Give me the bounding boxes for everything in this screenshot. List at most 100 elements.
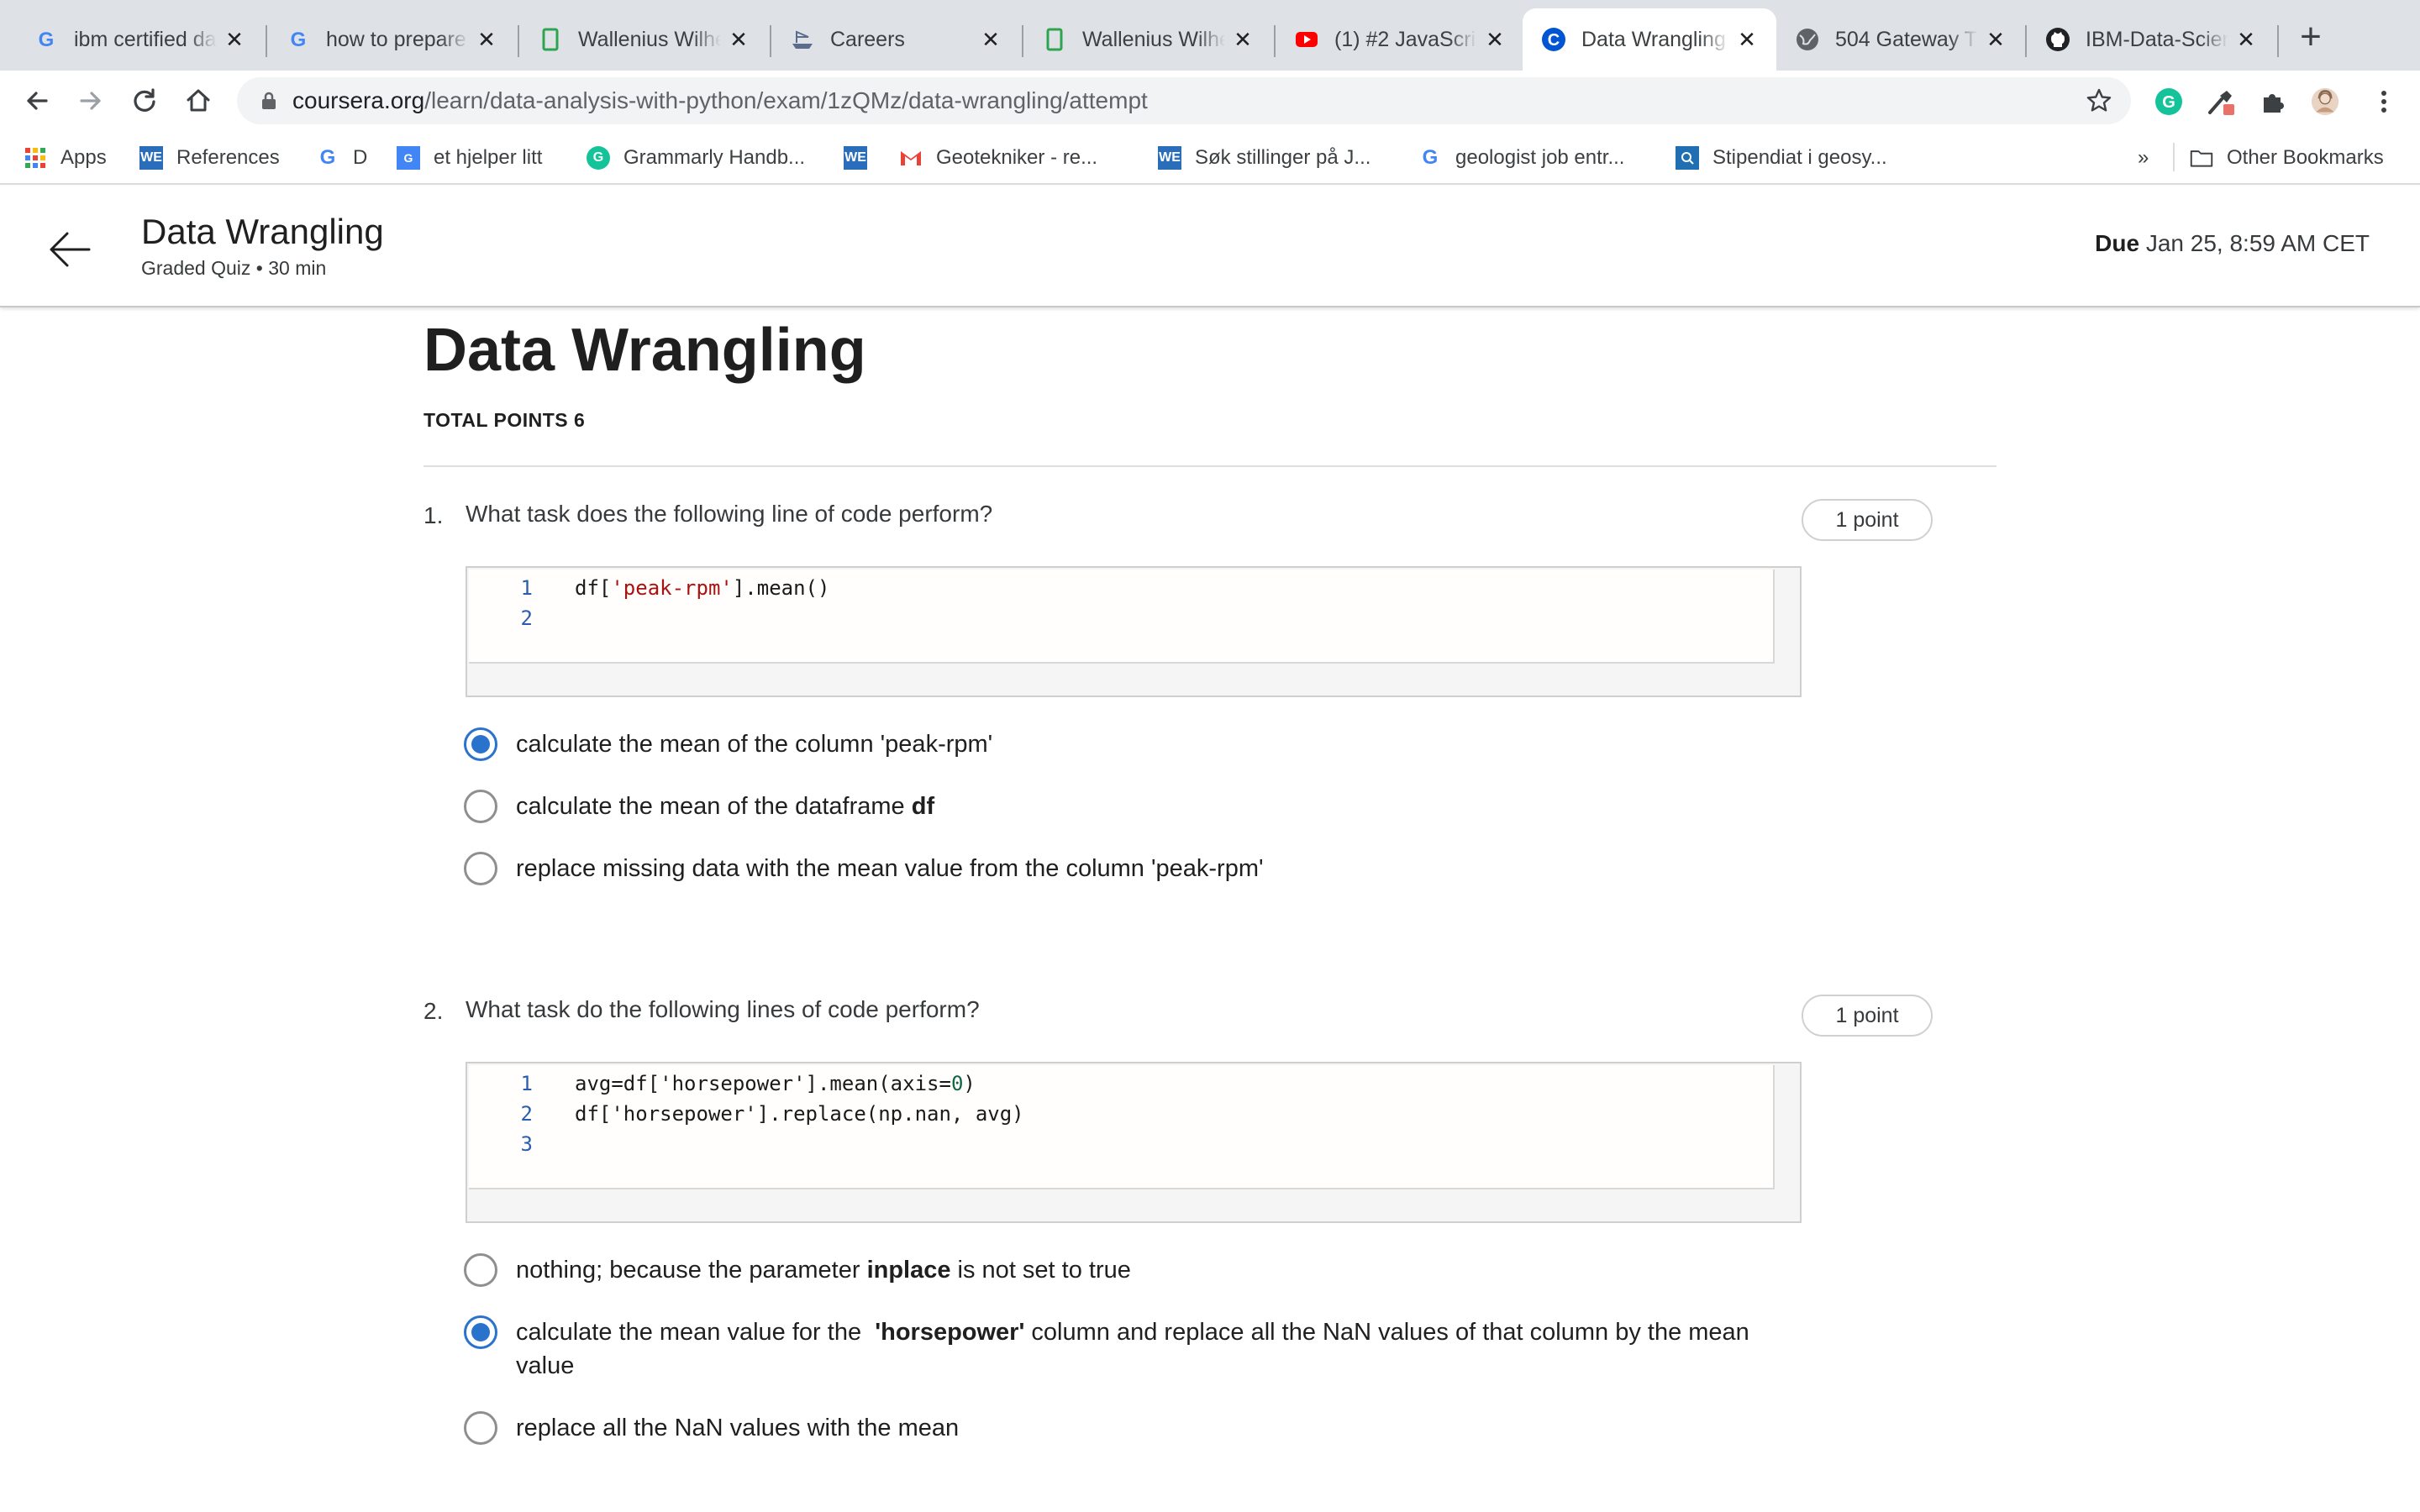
browser-tab[interactable]: Wallenius Wilhelm ✕	[1023, 8, 1272, 71]
question-number: 1.	[424, 502, 444, 528]
browser-toolbar: coursera.org/learn/data-analysis-with-py…	[0, 71, 2420, 131]
radio-button[interactable]	[464, 1411, 497, 1445]
lock-icon	[259, 91, 279, 111]
close-icon[interactable]: ✕	[978, 27, 1003, 52]
back-icon[interactable]	[20, 84, 54, 118]
bookmark-geotekniker[interactable]: Geotekniker - re...	[899, 143, 1097, 173]
due-label: Due	[2095, 230, 2140, 256]
tab-label: Wallenius Wilhelm	[1082, 27, 1225, 51]
reload-icon[interactable]	[128, 84, 161, 118]
close-icon[interactable]: ✕	[726, 27, 751, 52]
radio-button[interactable]	[464, 790, 497, 823]
bookmark-label: Other Bookmarks	[2227, 146, 2384, 169]
code-editor[interactable]: 1 df['peak-rpm'].mean() 2	[469, 570, 1775, 664]
option-text-part: calculate the mean of the column 'peak-r…	[516, 731, 993, 758]
code-line: 1 df['peak-rpm'].mean()	[469, 573, 1773, 603]
bookmark-d[interactable]: G D	[316, 143, 368, 173]
browser-tab[interactable]: Wallenius Wilhelm ✕	[519, 8, 768, 71]
browser-tab[interactable]: (1) #2 JavaScript ✕	[1276, 8, 1524, 71]
new-tab-icon[interactable]: +	[2294, 16, 2328, 57]
bookmark-stipendiat[interactable]: Stipendiat i geosy...	[1676, 143, 1887, 173]
bookmark-label: Geotekniker - re...	[936, 146, 1098, 169]
bookmark-we[interactable]: WE	[844, 143, 881, 173]
points-badge: 1 point	[1802, 499, 1933, 541]
tab-label: (1) #2 JavaScript	[1334, 27, 1477, 51]
google-icon: G	[286, 27, 311, 52]
header-subtitle: Graded Quiz • 30 min	[141, 257, 327, 279]
home-icon[interactable]	[182, 84, 215, 118]
tab-strip: G ibm certified data ✕ G how to prepare …	[0, 0, 2420, 71]
browser-tab[interactable]: G how to prepare fo ✕	[267, 8, 516, 71]
answer-option[interactable]: calculate the mean of the column 'peak-r…	[464, 727, 992, 761]
option-text-part: replace all the NaN values with the mean	[516, 1415, 960, 1441]
close-icon[interactable]: ✕	[1230, 27, 1255, 52]
option-text-part: calculate the mean value for the	[516, 1319, 876, 1346]
browser-tab[interactable]: IBM-Data-Scien ✕	[2027, 8, 2275, 71]
radio-button[interactable]	[464, 852, 497, 885]
bookmark-label: Apps	[60, 146, 107, 169]
profile-avatar[interactable]	[2311, 87, 2339, 116]
bookmark-apps[interactable]: Apps	[24, 143, 107, 173]
radio-button-selected[interactable]	[464, 1315, 497, 1349]
close-icon[interactable]: ✕	[2233, 27, 2259, 52]
code-line: 2 df['horsepower'].replace(np.nan, avg)	[469, 1099, 1773, 1129]
answer-option[interactable]: calculate the mean of the dataframe df	[464, 790, 934, 823]
grammarly-extension-icon[interactable]: G	[2154, 87, 2183, 116]
answer-option[interactable]: replace all the NaN values with the mean	[464, 1411, 959, 1445]
bookmarks-overflow-button[interactable]: »	[2138, 143, 2149, 173]
url-host: coursera.org	[292, 87, 425, 113]
we-logo-icon: WE	[844, 146, 867, 170]
browser-tab[interactable]: 504 Gateway Time ✕	[1776, 8, 2025, 71]
forward-icon[interactable]	[74, 84, 108, 118]
browser-tab[interactable]: G ibm certified data ✕	[15, 8, 264, 71]
browser-tab[interactable]: Careers ✕	[771, 8, 1020, 71]
bookmark-label: Søk stillinger på J...	[1195, 146, 1371, 169]
eyedropper-extension-icon[interactable]	[2207, 87, 2235, 116]
address-bar[interactable]: coursera.org/learn/data-analysis-with-py…	[237, 77, 2131, 124]
bookmark-star-icon[interactable]	[2086, 87, 2112, 114]
radio-dot	[471, 1323, 490, 1341]
google-icon: G	[34, 27, 59, 52]
tab-label: IBM-Data-Scien	[2086, 27, 2228, 51]
svg-text:G: G	[291, 29, 307, 51]
bookmark-geologist-job[interactable]: G geologist job entr...	[1418, 143, 1625, 173]
points-badge: 1 point	[1802, 995, 1933, 1037]
tab-label: ibm certified data	[74, 27, 217, 51]
code-text: df['peak-rpm'].mean()	[575, 576, 830, 600]
question-number: 2.	[424, 998, 444, 1024]
code-block: 1 df['peak-rpm'].mean() 2	[466, 566, 1802, 697]
apps-grid-icon	[24, 146, 47, 170]
kebab-menu-icon[interactable]	[2370, 87, 2398, 116]
line-number: 2	[520, 1102, 533, 1126]
line-number: 1	[520, 576, 533, 600]
answer-option[interactable]: replace missing data with the mean value…	[464, 852, 1264, 885]
answer-option[interactable]: calculate the mean value for the 'horsep…	[464, 1315, 1808, 1383]
answer-option[interactable]: nothing; because the parameter inplace i…	[464, 1253, 1131, 1287]
extensions-puzzle-icon[interactable]	[2259, 87, 2287, 116]
quiz-header: Data Wrangling Graded Quiz • 30 min Due …	[0, 186, 2420, 307]
close-icon[interactable]: ✕	[474, 27, 499, 52]
bookmark-sok-stillinger[interactable]: WE Søk stillinger på J...	[1158, 143, 1370, 173]
coursera-icon: C	[1541, 27, 1566, 52]
bookmark-grammarly[interactable]: G Grammarly Handb...	[587, 143, 805, 173]
code-block: 1 avg=df['horsepower'].mean(axis=0) 2 df…	[466, 1062, 1802, 1223]
bookmark-et-hjelper-litt[interactable]: G et hjelper litt	[397, 143, 542, 173]
close-icon[interactable]: ✕	[1983, 27, 2008, 52]
close-icon[interactable]: ✕	[1482, 27, 1507, 52]
back-arrow-icon[interactable]	[47, 227, 92, 272]
bookmarks-bar: Apps WE References G D G et hjelper litt…	[0, 131, 2420, 185]
svg-text:G: G	[39, 29, 55, 51]
tab-label: Data Wrangling	[1581, 27, 1726, 51]
radio-button-selected[interactable]	[464, 727, 497, 761]
code-editor[interactable]: 1 avg=df['horsepower'].mean(axis=0) 2 df…	[469, 1065, 1775, 1189]
browser-tab-active[interactable]: C Data Wrangling ✕	[1523, 8, 1776, 71]
google-icon: G	[1422, 146, 1439, 169]
close-icon[interactable]: ✕	[222, 27, 247, 52]
line-number: 3	[520, 1132, 533, 1156]
due-value: Jan 25, 8:59 AM CET	[2145, 230, 2370, 256]
gmail-icon	[899, 146, 923, 170]
bookmark-references[interactable]: WE References	[139, 143, 280, 173]
radio-button[interactable]	[464, 1253, 497, 1287]
close-icon[interactable]: ✕	[1734, 27, 1760, 52]
other-bookmarks[interactable]: Other Bookmarks	[2190, 143, 2384, 173]
